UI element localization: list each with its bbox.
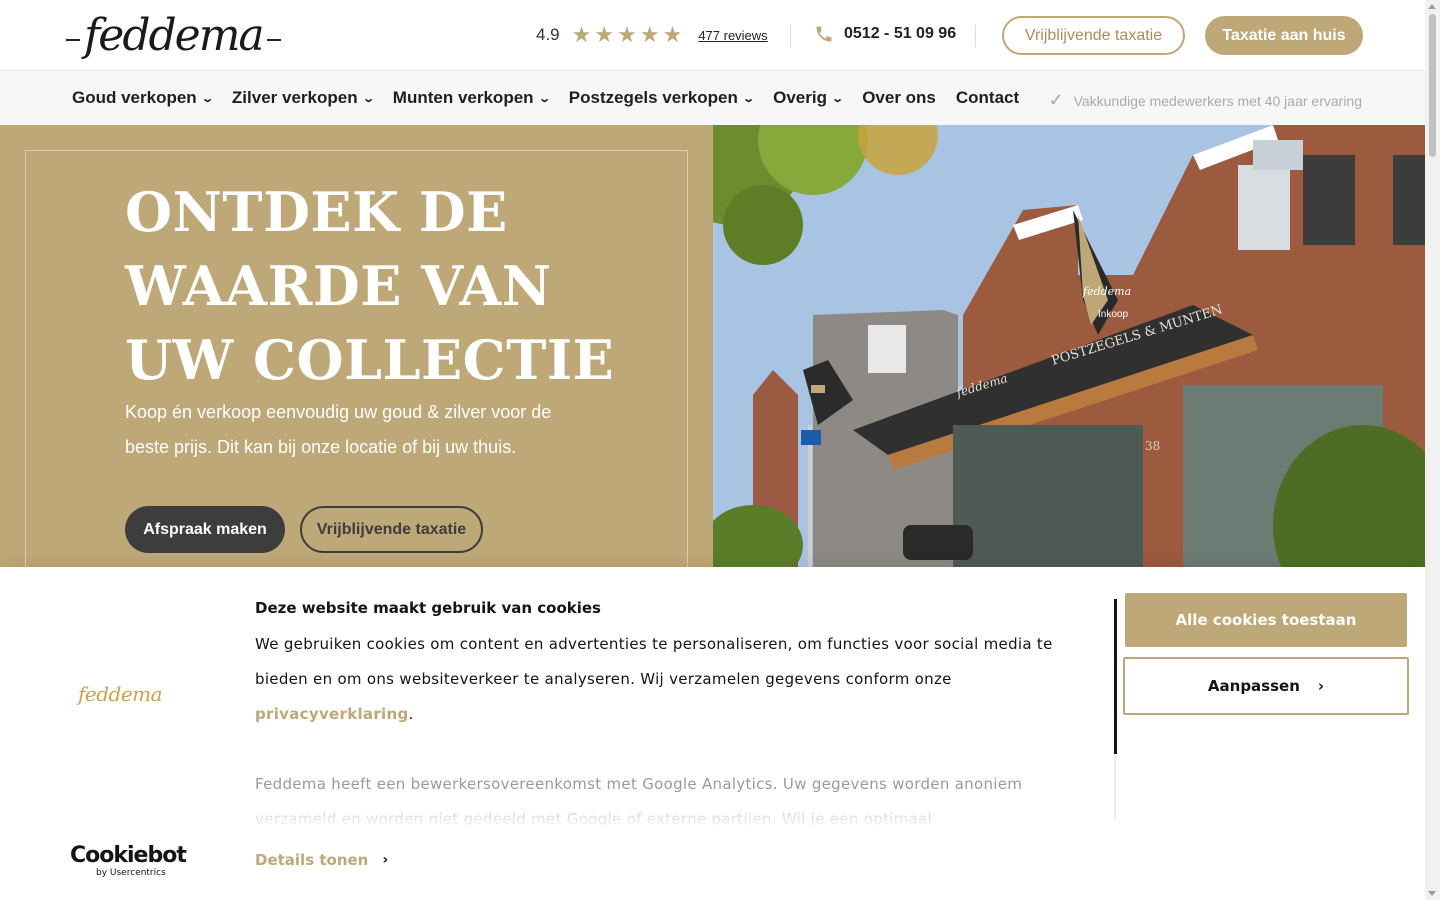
cookie-text-after-link: .: [408, 705, 414, 723]
house-number: 38: [1145, 439, 1160, 453]
usp-banner: ✓ Vakkundige medewerkers met 40 jaar erv…: [1048, 90, 1362, 111]
nav-item-label: Overig: [773, 88, 827, 107]
page-scrollbar[interactable]: [1425, 0, 1440, 900]
nav-item-munten-verkopen[interactable]: Munten verkopen ⌄: [392, 88, 551, 108]
usp-text: Vakkundige medewerkers met 40 jaar ervar…: [1073, 92, 1362, 109]
cookiebot-brand-text: Cookiebot: [70, 843, 187, 868]
cookie-scroll-track: [1114, 754, 1116, 819]
logo-dash-right: [266, 39, 281, 41]
star-rating: ★ ★ ★ ★ ★: [572, 24, 683, 46]
scrollbar-thumb[interactable]: [1429, 14, 1436, 157]
phone-icon: [816, 26, 832, 42]
chevron-down-icon: ⌄: [537, 92, 551, 105]
chevron-right-icon: ›: [382, 852, 389, 868]
nav-item-label: Goud verkopen: [72, 88, 197, 107]
rating-value: 4.9: [536, 25, 560, 44]
nav-item-label: Zilver verkopen: [231, 88, 358, 107]
cookie-text-fade: [250, 799, 1110, 829]
taxatie-aan-huis-button[interactable]: Taxatie aan huis: [1205, 16, 1363, 55]
cookie-text-before-link: We gebruiken cookies om content en adver…: [255, 635, 1053, 688]
nav-item-over-ons[interactable]: Over ons: [862, 88, 936, 108]
chevron-down-icon: ⌄: [831, 92, 845, 105]
cookiebot-by-text: by Usercentrics: [96, 868, 166, 878]
logo-dash-left: [66, 39, 80, 41]
chevron-down-icon: ⌄: [200, 92, 214, 105]
rating-widget: 4.9 ★ ★ ★ ★ ★ 477 reviews: [536, 24, 768, 46]
cookie-description: We gebruiken cookies om content en adver…: [255, 627, 1095, 732]
top-header: feddema 4.9 ★ ★ ★ ★ ★ 477 reviews 0512 -…: [0, 0, 1425, 71]
storefront-illustration: feddema Inkoop POSTZEGELS & MUNTEN fedde…: [713, 125, 1425, 567]
accept-all-cookies-button[interactable]: Alle cookies toestaan: [1125, 593, 1407, 647]
main-navigation: Goud verkopen ⌄ Zilver verkopen ⌄ Munten ver…: [0, 71, 1425, 125]
hero-subtitle: Koop én verkoop eenvoudig uw goud & zilv…: [125, 402, 552, 457]
nav-item-goud-verkopen[interactable]: Goud verkopen ⌄: [72, 88, 214, 108]
flag-logo-text: feddema: [1082, 285, 1131, 298]
details-label: Details tonen: [255, 851, 369, 869]
flag-inkoop-text: Inkoop: [1098, 309, 1128, 320]
nav-item-zilver-verkopen[interactable]: Zilver verkopen ⌄: [231, 88, 375, 108]
cookiebot-logo[interactable]: Cookiebot by Usercentrics: [70, 843, 187, 879]
phone-number: 0512 - 51 09 96: [844, 25, 957, 42]
divider: [790, 25, 791, 47]
chevron-down-icon: ⌄: [742, 92, 755, 105]
nav-item-label: Munten verkopen: [392, 88, 534, 107]
logo-text: feddema: [84, 10, 265, 61]
hero-content-panel: ONTDEK DE WAARDE VAN UW COLLECTIE Koop é…: [0, 125, 713, 580]
hero-title: ONTDEK DE WAARDE VAN UW COLLECTIE: [125, 180, 615, 392]
nav-item-label: Contact: [955, 88, 1020, 107]
star-icon: ★: [617, 22, 637, 47]
nav-item-label: Postzegels verkopen: [568, 88, 738, 107]
chevron-right-icon: ›: [1317, 677, 1325, 695]
star-icon: ★: [594, 22, 615, 47]
chevron-down-icon: ⌄: [361, 92, 375, 105]
hero-taxatie-button[interactable]: Vrijblijvende taxatie: [300, 506, 483, 553]
customize-label: Aanpassen: [1207, 677, 1300, 695]
star-icon: ★: [662, 22, 683, 47]
star-icon: ★: [571, 22, 592, 47]
nav-item-label: Over ons: [862, 88, 936, 107]
afspraak-maken-button[interactable]: Afspraak maken: [125, 506, 285, 553]
nav-item-postzegels-verkopen[interactable]: Postzegels verkopen ⌄: [568, 88, 755, 108]
cookie-site-logo: feddema: [78, 682, 163, 706]
privacy-link[interactable]: privacyverklaring: [255, 705, 409, 723]
storefront-photo: feddema Inkoop POSTZEGELS & MUNTEN fedde…: [713, 125, 1425, 567]
phone-link[interactable]: 0512 - 51 09 96: [814, 24, 956, 44]
nav-item-overig[interactable]: Overig ⌄: [773, 88, 845, 108]
check-icon: ✓: [1048, 90, 1064, 110]
hero-section: ONTDEK DE WAARDE VAN UW COLLECTIE Koop é…: [0, 125, 1425, 580]
reviews-link[interactable]: 477 reviews: [698, 28, 767, 43]
divider: [975, 25, 976, 47]
cookie-consent-banner: feddema Deze website maakt gebruik van c…: [0, 567, 1425, 900]
cookie-title: Deze website maakt gebruik van cookies: [255, 599, 601, 617]
nav-items: Goud verkopen ⌄ Zilver verkopen ⌄ Munten ver…: [72, 88, 1019, 108]
scroll-up-arrow-icon[interactable]: [1428, 4, 1436, 9]
star-icon: ★: [639, 22, 660, 47]
nav-item-contact[interactable]: Contact: [956, 88, 1019, 108]
show-details-link[interactable]: Details tonen ›: [255, 851, 388, 869]
scroll-down-arrow-icon[interactable]: [1428, 891, 1436, 896]
vrijblijvende-taxatie-button[interactable]: Vrijblijvende taxatie: [1002, 16, 1185, 55]
cookie-scroll-indicator[interactable]: [1114, 599, 1117, 754]
customize-cookies-button[interactable]: Aanpassen ›: [1123, 657, 1409, 715]
feddema-logo[interactable]: feddema: [62, 8, 285, 64]
